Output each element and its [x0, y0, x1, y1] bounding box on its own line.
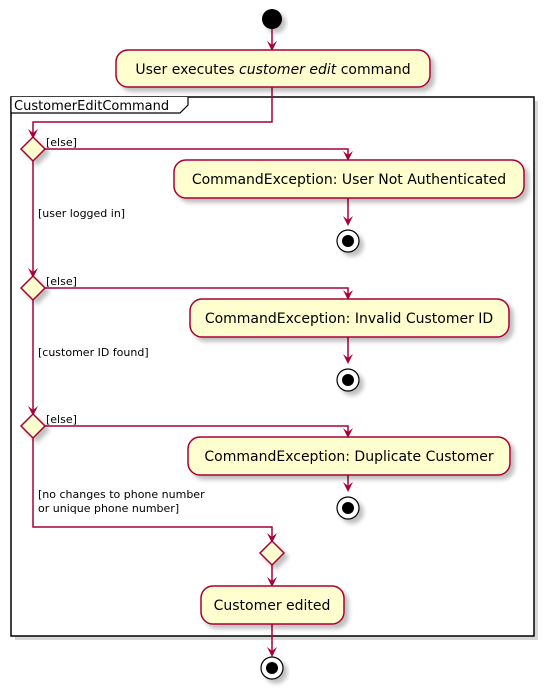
start-node — [262, 9, 282, 29]
activity-text: Customer edited — [214, 598, 331, 614]
activity-user-executes-command: User executes customer edit command — [115, 49, 431, 88]
activity-text-prefix: User executes — [135, 62, 239, 78]
activity-customer-edited: Customer edited — [200, 585, 345, 625]
activity-error-duplicate-customer: CommandException: Duplicate Customer — [187, 436, 511, 476]
end-node-1 — [336, 229, 360, 253]
activity-diagram: CustomerEditCommand User executes custom… — [10, 9, 538, 680]
end-node-3 — [336, 496, 360, 520]
guard-else-3: [else] — [46, 413, 77, 426]
activity-text: CommandException: Duplicate Customer — [204, 449, 493, 465]
guard-else-1: [else] — [46, 136, 77, 149]
svg-text:User executes customer edit co: User executes customer edit command — [135, 62, 410, 78]
guard-phone-unique-line-2: or unique phone number] — [38, 502, 179, 515]
activity-error-invalid-customer-id: CommandException: Invalid Customer ID — [189, 298, 510, 338]
end-node-2 — [336, 368, 360, 392]
activity-error-user-not-authenticated: CommandException: User Not Authenticated — [173, 159, 525, 199]
guard-else-2: [else] — [46, 275, 77, 288]
end-node-final — [260, 656, 284, 680]
activity-text-emphasis: customer edit — [239, 62, 337, 78]
guard-phone-unique-line-1: [no changes to phone number — [38, 488, 205, 501]
activity-text: CommandException: Invalid Customer ID — [205, 311, 493, 327]
guard-user-logged-in: [user logged in] — [38, 207, 125, 220]
activity-text: CommandException: User Not Authenticated — [192, 172, 506, 188]
guard-customer-id-found: [customer ID found] — [38, 346, 149, 359]
frame-title: CustomerEditCommand — [14, 99, 169, 114]
activity-text-suffix: command — [336, 62, 410, 78]
